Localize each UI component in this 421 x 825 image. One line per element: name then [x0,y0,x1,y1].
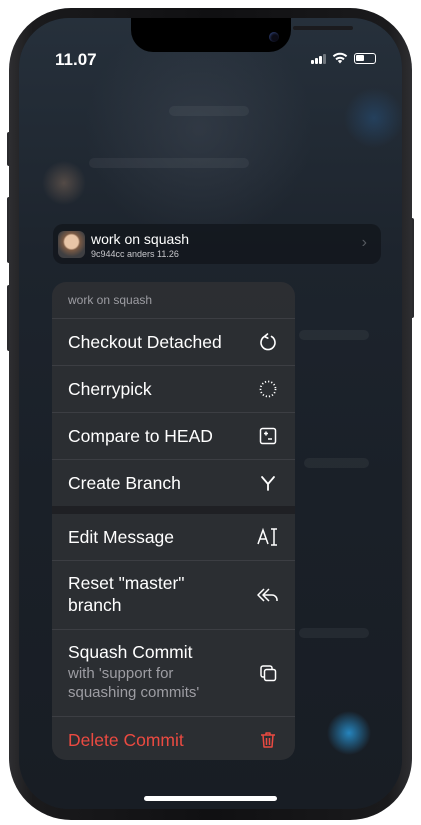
context-menu: work on squash Checkout Detached Cherryp… [52,282,295,760]
menu-item-label: Create Branch [68,473,181,493]
home-indicator[interactable] [144,796,277,801]
menu-item-label: Squash Commit [68,642,193,662]
avatar [58,230,85,258]
chevron-right-icon: › [361,234,367,251]
menu-item-squash-commit[interactable]: Squash Commit with 'support for squashin… [52,630,295,717]
blurred-row [299,330,369,340]
blurred-row [89,158,249,168]
menu-item-label: Compare to HEAD [68,426,213,446]
menu-item-label: Reset "master" branch [68,573,185,615]
plus-minus-box-icon [257,425,279,447]
circular-arrow-icon [257,331,279,353]
trash-icon [257,729,279,751]
notch [131,18,353,52]
stack-squares-icon [257,662,279,684]
menu-item-create-branch[interactable]: Create Branch [52,460,295,506]
commit-preview[interactable]: work on squash 9c944cc anders 11.26 › [53,224,381,264]
branch-merge-icon [257,472,279,494]
blurred-title [169,106,249,116]
menu-item-compare-to-head[interactable]: Compare to HEAD [52,413,295,460]
menu-separator [52,506,295,514]
menu-item-label: Cherrypick [68,379,152,399]
blurred-row [299,628,369,638]
menu-item-reset-master[interactable]: Reset "master" branch [52,561,295,630]
wifi-icon [332,52,348,64]
menu-item-label: Edit Message [68,527,175,547]
menu-header: work on squash [52,282,295,319]
blurred-row [304,458,369,468]
status-icons [310,52,376,64]
screen: 11.07 work on squash 9c944cc anders 11.2… [19,18,402,809]
commit-subtitle: 9c944cc anders 11.26 [91,249,179,259]
commit-title: work on squash [91,231,190,247]
text-cursor-icon [257,526,279,548]
dotted-circle-icon [257,378,279,400]
menu-item-delete-commit[interactable]: Delete Commit [52,717,295,760]
battery-icon [354,52,376,64]
menu-item-label: Delete Commit [68,730,184,750]
camera [269,32,279,42]
menu-item-cherrypick[interactable]: Cherrypick [52,366,295,413]
reply-all-icon [257,584,279,606]
status-time: 11.07 [55,50,97,69]
signal-icon [310,53,326,64]
speaker [293,26,353,30]
menu-item-checkout-detached[interactable]: Checkout Detached [52,319,295,366]
menu-item-sublabel: with 'support for squashing commits' [68,665,200,701]
menu-item-edit-message[interactable]: Edit Message [52,514,295,561]
menu-item-label: Checkout Detached [68,332,222,352]
